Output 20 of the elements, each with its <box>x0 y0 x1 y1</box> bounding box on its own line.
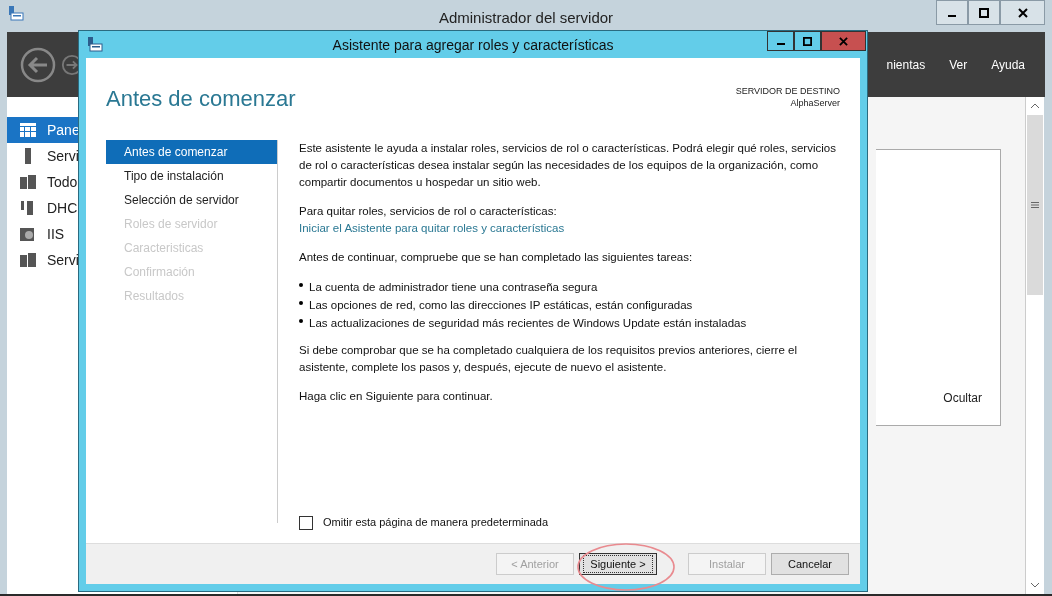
window-title: Administrador del servidor <box>438 9 614 26</box>
nav-label: DHC <box>47 200 78 216</box>
nav-label: IIS <box>47 226 65 242</box>
nav-label: Servi <box>47 252 79 268</box>
nav-label: Todo <box>47 174 78 190</box>
continue-hint: Haga clic en Siguiente para continuar. <box>299 389 494 404</box>
destination-server: AlphaServer <box>790 98 840 108</box>
nav-label: Servi <box>47 148 79 164</box>
nav-label: Pane <box>47 122 80 138</box>
intro-paragraph: Este asistente le ayuda a instalar roles, servicios de rol o características. Podrá elegir qué roles, servicios de rol o características desea instalar según las necesidades de los equipos de la organización, como compartir documentos u hospedar un sitio web. <box>299 141 837 190</box>
task-item: La cuenta de administrador tiene una contraseña segura <box>309 280 598 295</box>
check-prompt: Antes de continuar, compruebe que se han completado las siguientes tareas: <box>299 250 694 265</box>
task-item: Las actualizaciones de seguridad más recientes de Windows Update están instaladas <box>309 316 747 331</box>
remove-prompt: Para quitar roles, servicios de rol o características: <box>299 204 558 219</box>
page-heading: Antes de comenzar <box>106 86 296 113</box>
note-paragraph: Si debe comprobar que se ha completado cualquiera de los requisitos previos anteriores, cierre el asistente, complete los pasos y, después, ejecute de nuevo el asistente. <box>299 343 798 375</box>
checkbox-label: Omitir esta página de manera predeterminada <box>323 515 548 530</box>
destination-label: SERVIDOR DE DESTINO <box>735 86 840 96</box>
dialog-title: Asistente para agregar roles y características <box>332 37 614 53</box>
task-item: Las opciones de red, como las direcciones IP estáticas, están configuradas <box>309 298 693 313</box>
